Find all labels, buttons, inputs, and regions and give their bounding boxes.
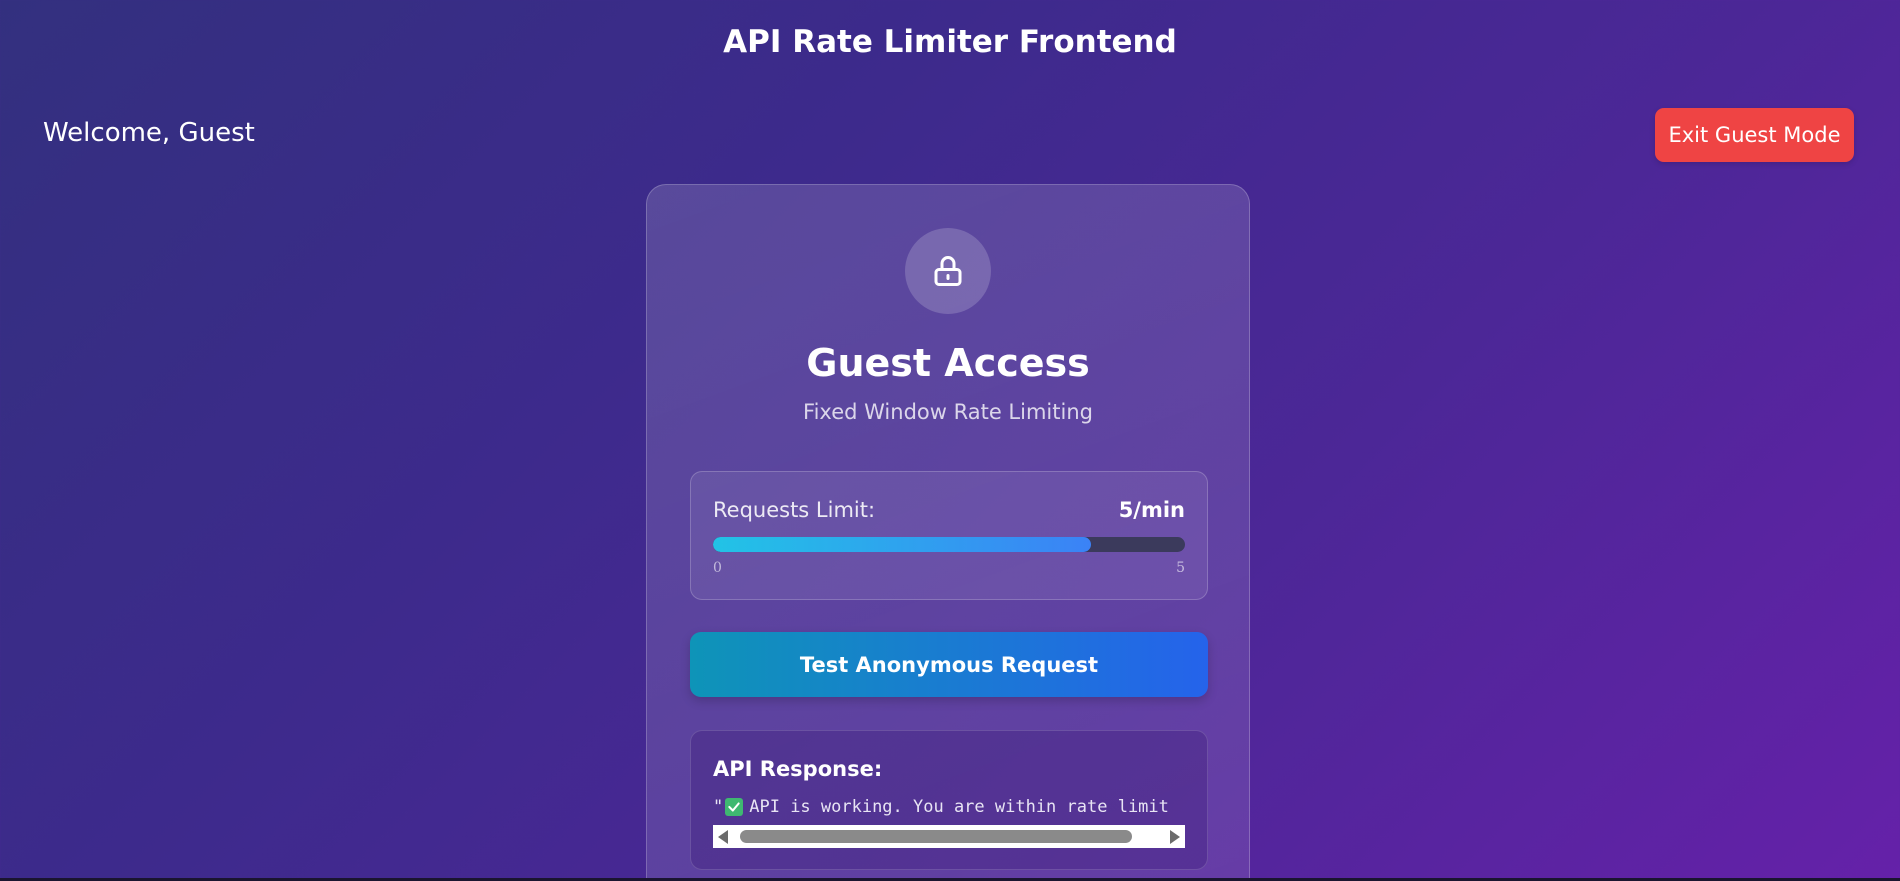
horizontal-scrollbar[interactable]: [713, 825, 1185, 848]
response-quote: ": [713, 797, 724, 817]
requests-limit-label: Requests Limit:: [713, 498, 876, 522]
scroll-right-arrow-icon[interactable]: [1170, 830, 1180, 844]
api-response-panel: API Response: " API is working. You are …: [690, 730, 1208, 870]
requests-progress-fill: [713, 537, 1091, 552]
welcome-text: Welcome, Guest: [43, 118, 255, 148]
card-subtitle: Fixed Window Rate Limiting: [803, 400, 1093, 424]
requests-limit-value: 5/min: [1118, 498, 1185, 522]
progress-scale-max: 5: [1176, 560, 1185, 576]
response-message: API is working. You are within rate limi…: [749, 797, 1169, 817]
progress-scale-min: 0: [713, 560, 722, 576]
requests-progress-bar: [713, 537, 1185, 552]
app-title: API Rate Limiter Frontend: [723, 24, 1177, 60]
api-response-text: " API is working. You are within rate li…: [713, 797, 1185, 817]
requests-limit-panel: Requests Limit: 5/min 0 5: [690, 471, 1208, 600]
scroll-left-arrow-icon[interactable]: [718, 830, 728, 844]
check-icon: [725, 798, 744, 816]
scroll-thumb[interactable]: [740, 830, 1132, 843]
api-response-title: API Response:: [713, 757, 883, 781]
guest-access-card: Guest Access Fixed Window Rate Limiting …: [646, 184, 1250, 881]
test-anonymous-request-button[interactable]: Test Anonymous Request: [690, 632, 1208, 697]
lock-icon: [905, 228, 991, 314]
card-title: Guest Access: [806, 341, 1090, 385]
exit-guest-mode-button[interactable]: Exit Guest Mode: [1655, 108, 1854, 162]
